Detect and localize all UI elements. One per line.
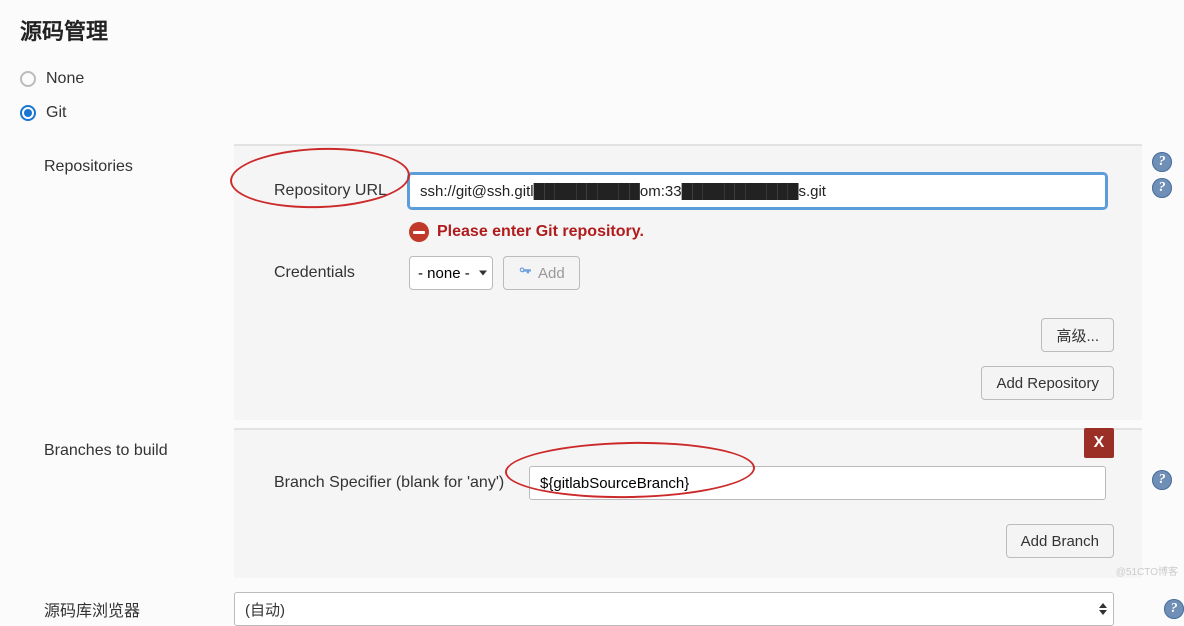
- advanced-button[interactable]: 高级...: [1041, 318, 1114, 352]
- repo-url-label: Repository URL: [274, 182, 409, 200]
- credentials-select[interactable]: - none -: [409, 256, 493, 290]
- scm-option-none[interactable]: None: [20, 62, 1184, 96]
- radio-label: Git: [46, 104, 66, 122]
- add-repository-button[interactable]: Add Repository: [981, 366, 1114, 400]
- radio-icon: [20, 71, 36, 87]
- branch-specifier-input[interactable]: [529, 466, 1106, 500]
- help-icon[interactable]: ?: [1164, 599, 1184, 619]
- branches-panel: X Branch Specifier (blank for 'any') ? A…: [234, 428, 1142, 578]
- add-credentials-label: Add: [538, 265, 565, 282]
- repo-browser-value: (自动): [245, 599, 285, 620]
- repo-url-input[interactable]: [409, 174, 1106, 208]
- help-icon[interactable]: ?: [1152, 470, 1172, 490]
- radio-label: None: [46, 70, 84, 88]
- branches-label: Branches to build: [44, 428, 234, 460]
- repo-url-error: Please enter Git repository.: [234, 216, 1142, 248]
- error-icon: [409, 222, 429, 242]
- select-arrows-icon: [1099, 603, 1107, 615]
- repo-browser-label: 源码库浏览器: [44, 597, 234, 621]
- scm-option-git[interactable]: Git: [20, 96, 1184, 130]
- credentials-label: Credentials: [274, 264, 409, 282]
- help-icon[interactable]: ?: [1152, 178, 1172, 198]
- advanced-label: 高级...: [1056, 325, 1099, 346]
- help-icon[interactable]: ?: [1152, 152, 1172, 172]
- repo-browser-select[interactable]: (自动): [234, 592, 1114, 626]
- add-branch-button[interactable]: Add Branch: [1006, 524, 1114, 558]
- key-icon: [518, 264, 532, 282]
- add-credentials-button[interactable]: Add: [503, 256, 580, 290]
- scm-radio-group: None Git: [0, 56, 1184, 140]
- radio-icon: [20, 105, 36, 121]
- error-text: Please enter Git repository.: [437, 223, 644, 241]
- repositories-panel: ? Repository URL ? Please enter Git repo…: [234, 144, 1142, 420]
- delete-branch-button[interactable]: X: [1084, 428, 1114, 458]
- watermark: @51CTO博客: [1116, 563, 1178, 578]
- add-branch-label: Add Branch: [1021, 533, 1099, 550]
- repositories-label: Repositories: [44, 144, 234, 176]
- section-title: 源码管理: [0, 0, 1184, 56]
- add-repo-label: Add Repository: [996, 375, 1099, 392]
- branch-specifier-label: Branch Specifier (blank for 'any'): [274, 474, 529, 492]
- credentials-select-wrap[interactable]: - none -: [409, 256, 493, 290]
